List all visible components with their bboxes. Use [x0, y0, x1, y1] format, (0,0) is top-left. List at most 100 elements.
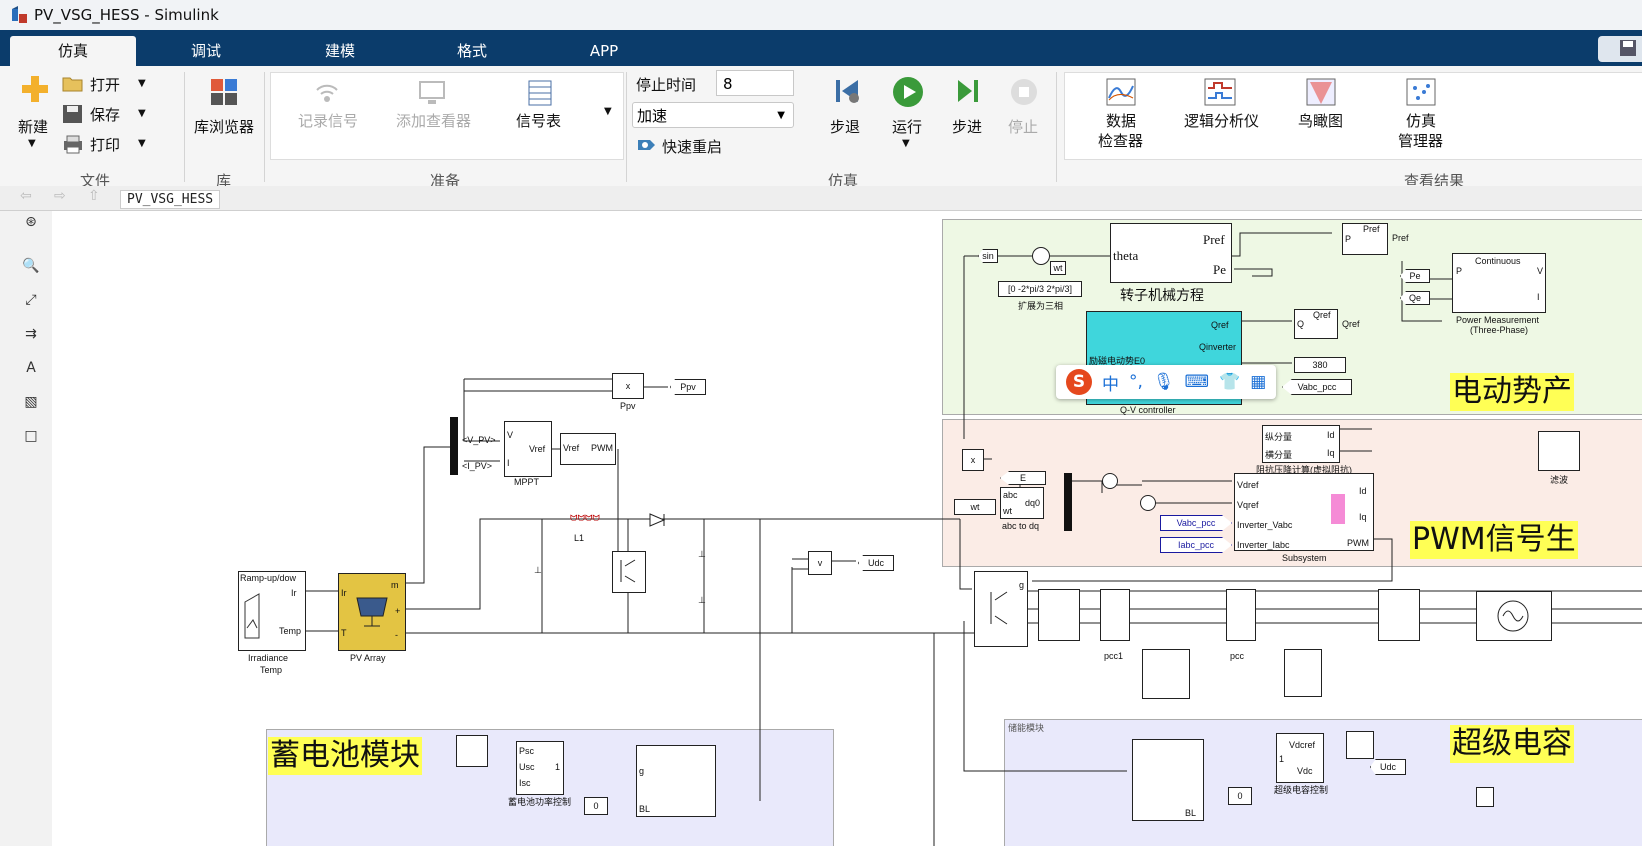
sum-block-3[interactable] [1140, 495, 1156, 511]
e-goto[interactable]: E [1000, 471, 1046, 485]
supercap-converter-block[interactable]: BL [1132, 739, 1204, 821]
vabc-pcc-from[interactable]: Vabc_pcc [1282, 379, 1352, 395]
tab-format[interactable]: 格式 [412, 36, 532, 66]
pwm-generator-block[interactable]: Vref PWM [560, 433, 616, 465]
step-back-button[interactable]: 步退 [830, 116, 860, 137]
microphone-icon[interactable]: 🎙 [1153, 372, 1175, 392]
signal-table-button[interactable]: 信号表 [516, 110, 561, 131]
ime-mode[interactable]: 中 [1102, 370, 1119, 395]
line-impedance-block[interactable] [1378, 589, 1420, 641]
hide-browser-icon[interactable]: ⊛ [20, 211, 42, 233]
sum-block-2[interactable] [1102, 473, 1118, 489]
quick-access-toolbar[interactable] [1598, 36, 1642, 62]
pv-array-block[interactable]: Ir T m + - [338, 573, 406, 651]
simulation-mode-select[interactable]: 加速 ▼ [632, 102, 794, 128]
product-block[interactable]: x [962, 449, 984, 471]
demux-block[interactable] [1064, 473, 1072, 531]
area-icon[interactable]: □ [20, 425, 42, 447]
save-dropdown-icon[interactable]: ▼ [138, 108, 146, 119]
new-button[interactable]: 新建 [18, 116, 48, 137]
stop-button[interactable]: 停止 [1008, 116, 1038, 137]
vabc-pcc-goto[interactable]: Vabc_pcc [1160, 515, 1232, 531]
abc-to-dq-block[interactable]: abc wt dq0 [1000, 487, 1044, 519]
filter-inductor-block[interactable] [1038, 589, 1080, 641]
voltage-measurement-block[interactable]: v [808, 551, 832, 575]
tab-apps[interactable]: APP [544, 36, 664, 66]
tab-simulation[interactable]: 仿真 [10, 36, 136, 66]
sum-block[interactable] [1032, 247, 1050, 265]
wt-from-2[interactable]: wt [954, 499, 996, 515]
tab-modeling[interactable]: 建模 [280, 36, 400, 66]
supercap-display-block[interactable] [1476, 787, 1494, 807]
supercap-control-block[interactable]: Vdcref Vdc 1 [1276, 733, 1324, 783]
open-dropdown-icon[interactable]: ▼ [138, 78, 146, 89]
battery-power-control-block[interactable]: Psc Usc Isc 1 [516, 741, 564, 795]
print-dropdown-icon[interactable]: ▼ [138, 138, 146, 149]
model-canvas[interactable]: 储能模块 电动势产 PWM信号生 蓄电池模块 超级电容 Ramp-up/dow … [52, 211, 1642, 846]
sogou-logo-icon[interactable]: S [1066, 369, 1092, 395]
qref-block[interactable]: Q Qref [1294, 309, 1338, 339]
rotor-equation-block[interactable]: theta Pref Pe [1110, 223, 1232, 283]
phase-constant[interactable]: [0 -2*pi/3 2*pi/3] [998, 281, 1082, 297]
inverter-bridge-block[interactable]: g [974, 571, 1028, 647]
impedance-drop-block[interactable]: 纵分量 横分量 Id Iq [1262, 425, 1340, 463]
log-signals-button[interactable]: 记录信号 [298, 110, 358, 131]
save-button[interactable]: 保存 [90, 104, 120, 125]
const-380[interactable]: 380 [1294, 357, 1346, 373]
skin-icon[interactable]: 👕 [1219, 372, 1240, 392]
ppv-multiplier[interactable]: x [612, 373, 644, 399]
ime-punct[interactable]: °, [1129, 372, 1143, 392]
fit-to-view-icon[interactable]: ⤢ [20, 289, 42, 311]
back-arrow-icon[interactable]: ⇦ [20, 188, 32, 204]
add-viewer-button[interactable]: 添加查看器 [396, 110, 471, 131]
prepare-expand-icon[interactable]: ▼ [604, 106, 612, 117]
bus-selector[interactable] [450, 417, 458, 475]
step-forward-button[interactable]: 步进 [952, 116, 982, 137]
new-dropdown-icon[interactable]: ▼ [28, 138, 36, 149]
sim-manager-label-1[interactable]: 仿真 [1406, 110, 1436, 131]
power-measurement-block[interactable]: Continuous V I P [1452, 253, 1546, 313]
tab-debug[interactable]: 调试 [146, 36, 266, 66]
irradiance-temp-block[interactable]: Ramp-up/dow Ir Temp [238, 571, 306, 651]
save-icon[interactable] [1618, 38, 1640, 60]
annotation-icon[interactable]: A [20, 357, 42, 379]
open-button[interactable]: 打开 [90, 74, 120, 95]
image-icon[interactable]: ▧ [20, 391, 42, 413]
supercap-const-0[interactable]: 0 [1228, 787, 1252, 805]
wt-from[interactable]: wt [1050, 261, 1066, 275]
filter-capacitor-block[interactable] [1142, 649, 1190, 699]
print-button[interactable]: 打印 [90, 134, 120, 155]
load-block[interactable] [1284, 649, 1322, 697]
data-inspector-label-1[interactable]: 数据 [1106, 110, 1136, 131]
stop-time-input[interactable]: 8 [716, 70, 794, 96]
data-inspector-label-2[interactable]: 检查器 [1098, 130, 1143, 151]
pcc-meas-block[interactable] [1226, 589, 1256, 641]
udc-goto[interactable]: Udc [858, 555, 894, 571]
up-arrow-icon[interactable]: ⇧ [88, 188, 100, 204]
keyboard-icon[interactable]: ⌨ [1185, 372, 1210, 392]
ime-toolbar[interactable]: S 中 °, 🎙 ⌨ 👕 ▦ [1056, 365, 1277, 399]
pcc1-meas-block[interactable] [1100, 589, 1130, 641]
battery-const-0[interactable]: 0 [584, 797, 608, 815]
run-button[interactable]: 运行 [892, 116, 922, 137]
signal-line-icon[interactable]: ⇉ [20, 323, 42, 345]
mppt-block[interactable]: V I Vref [504, 421, 552, 477]
grid-source-block[interactable] [1476, 591, 1552, 641]
run-dropdown-icon[interactable]: ▼ [902, 138, 910, 149]
breadcrumb[interactable]: PV_VSG_HESS [120, 190, 221, 209]
logic-analyzer-button[interactable]: 逻辑分析仪 [1184, 110, 1259, 131]
fast-restart-button[interactable]: 快速重启 [662, 136, 722, 157]
sim-manager-label-2[interactable]: 管理器 [1398, 130, 1443, 151]
supercap-udc-from[interactable]: Udc [1370, 759, 1406, 775]
filter-scope-block[interactable] [1538, 431, 1580, 471]
pref-block[interactable]: P Pref [1342, 223, 1388, 255]
birds-eye-button[interactable]: 鸟瞰图 [1298, 110, 1343, 131]
pe-from[interactable]: Pe [1400, 269, 1430, 283]
battery-step-block[interactable] [456, 735, 488, 767]
forward-arrow-icon[interactable]: ⇨ [54, 188, 66, 204]
subsystem-block[interactable]: Vdref Vqref Inverter_Vabc Inverter_Iabc … [1234, 473, 1374, 551]
ppv-goto[interactable]: Ppv [670, 379, 706, 395]
qe-from[interactable]: Qe [1400, 291, 1430, 305]
supercap-step-block[interactable] [1346, 731, 1374, 759]
iabc-pcc-goto[interactable]: Iabc_pcc [1160, 537, 1232, 553]
